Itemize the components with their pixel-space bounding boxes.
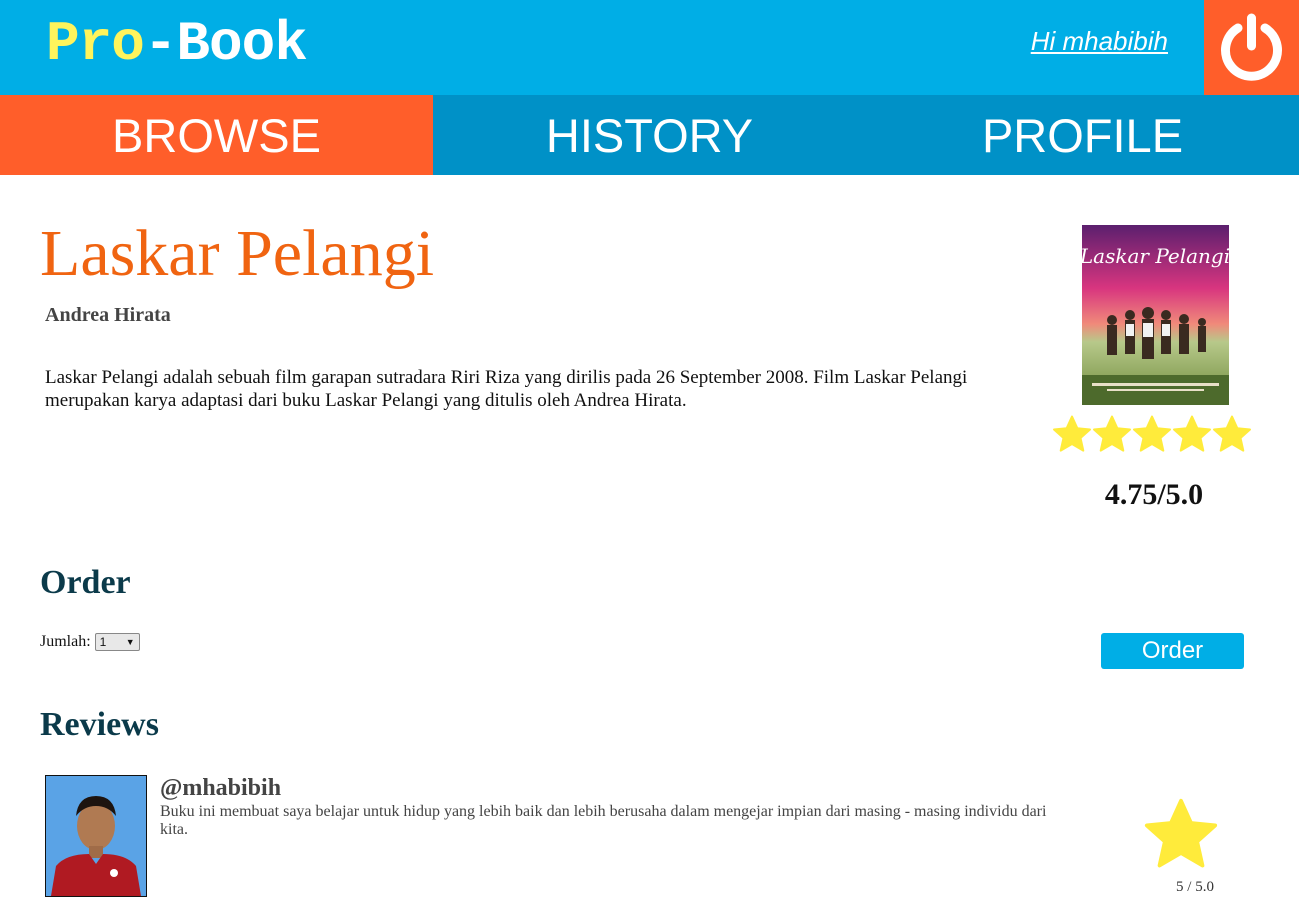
logout-button[interactable] — [1204, 0, 1299, 95]
book-author: Andrea Hirata — [45, 304, 171, 326]
logo-pro: Pro — [46, 12, 145, 76]
logo-book: -Book — [143, 12, 308, 76]
review-item: @mhabibih Buku ini membuat saya belajar … — [45, 775, 1265, 900]
reviews-heading: Reviews — [40, 706, 159, 743]
star-icon — [1133, 415, 1171, 452]
main-nav: BROWSE HISTORY PROFILE — [0, 95, 1299, 175]
power-icon — [1221, 13, 1282, 81]
book-title: Laskar Pelangi — [40, 217, 435, 290]
dropdown-arrow-icon: ▼ — [125, 637, 135, 647]
app-header: Pro-Book Hi mhabibih — [0, 0, 1299, 95]
book-rating-stars — [1052, 414, 1252, 454]
quantity-select[interactable]: 1 ▼ — [94, 633, 140, 651]
nav-profile[interactable]: PROFILE — [866, 95, 1299, 175]
book-description: Laskar Pelangi adalah sebuah film garapa… — [45, 367, 968, 411]
book-cover-image: Laskar Pelangi — [1082, 225, 1229, 405]
reviewer-username: @mhabibih — [160, 775, 282, 801]
nav-history[interactable]: HISTORY — [433, 95, 866, 175]
quantity-row: Jumlah: 1 ▼ — [40, 633, 140, 651]
star-icon — [1053, 415, 1091, 452]
quantity-value: 1 — [99, 635, 107, 649]
star-icon — [1093, 415, 1131, 452]
star-icon — [1143, 797, 1219, 876]
order-button[interactable]: Order — [1101, 633, 1244, 669]
review-text: Buku ini membuat saya belajar untuk hidu… — [160, 803, 1047, 838]
nav-browse[interactable]: BROWSE — [0, 95, 433, 175]
review-score: 5 / 5.0 — [1176, 879, 1214, 895]
reviewer-avatar — [45, 775, 147, 897]
order-heading: Order — [40, 564, 131, 601]
star-icon — [1173, 415, 1211, 452]
cover-title-art: Laskar Pelangi — [1082, 244, 1229, 268]
user-greeting-link[interactable]: Hi mhabibih — [1031, 26, 1168, 57]
quantity-label: Jumlah: — [40, 633, 91, 650]
app-logo[interactable]: Pro-Book — [46, 12, 308, 76]
star-icon — [1213, 415, 1251, 452]
book-score: 4.75/5.0 — [1104, 478, 1204, 511]
